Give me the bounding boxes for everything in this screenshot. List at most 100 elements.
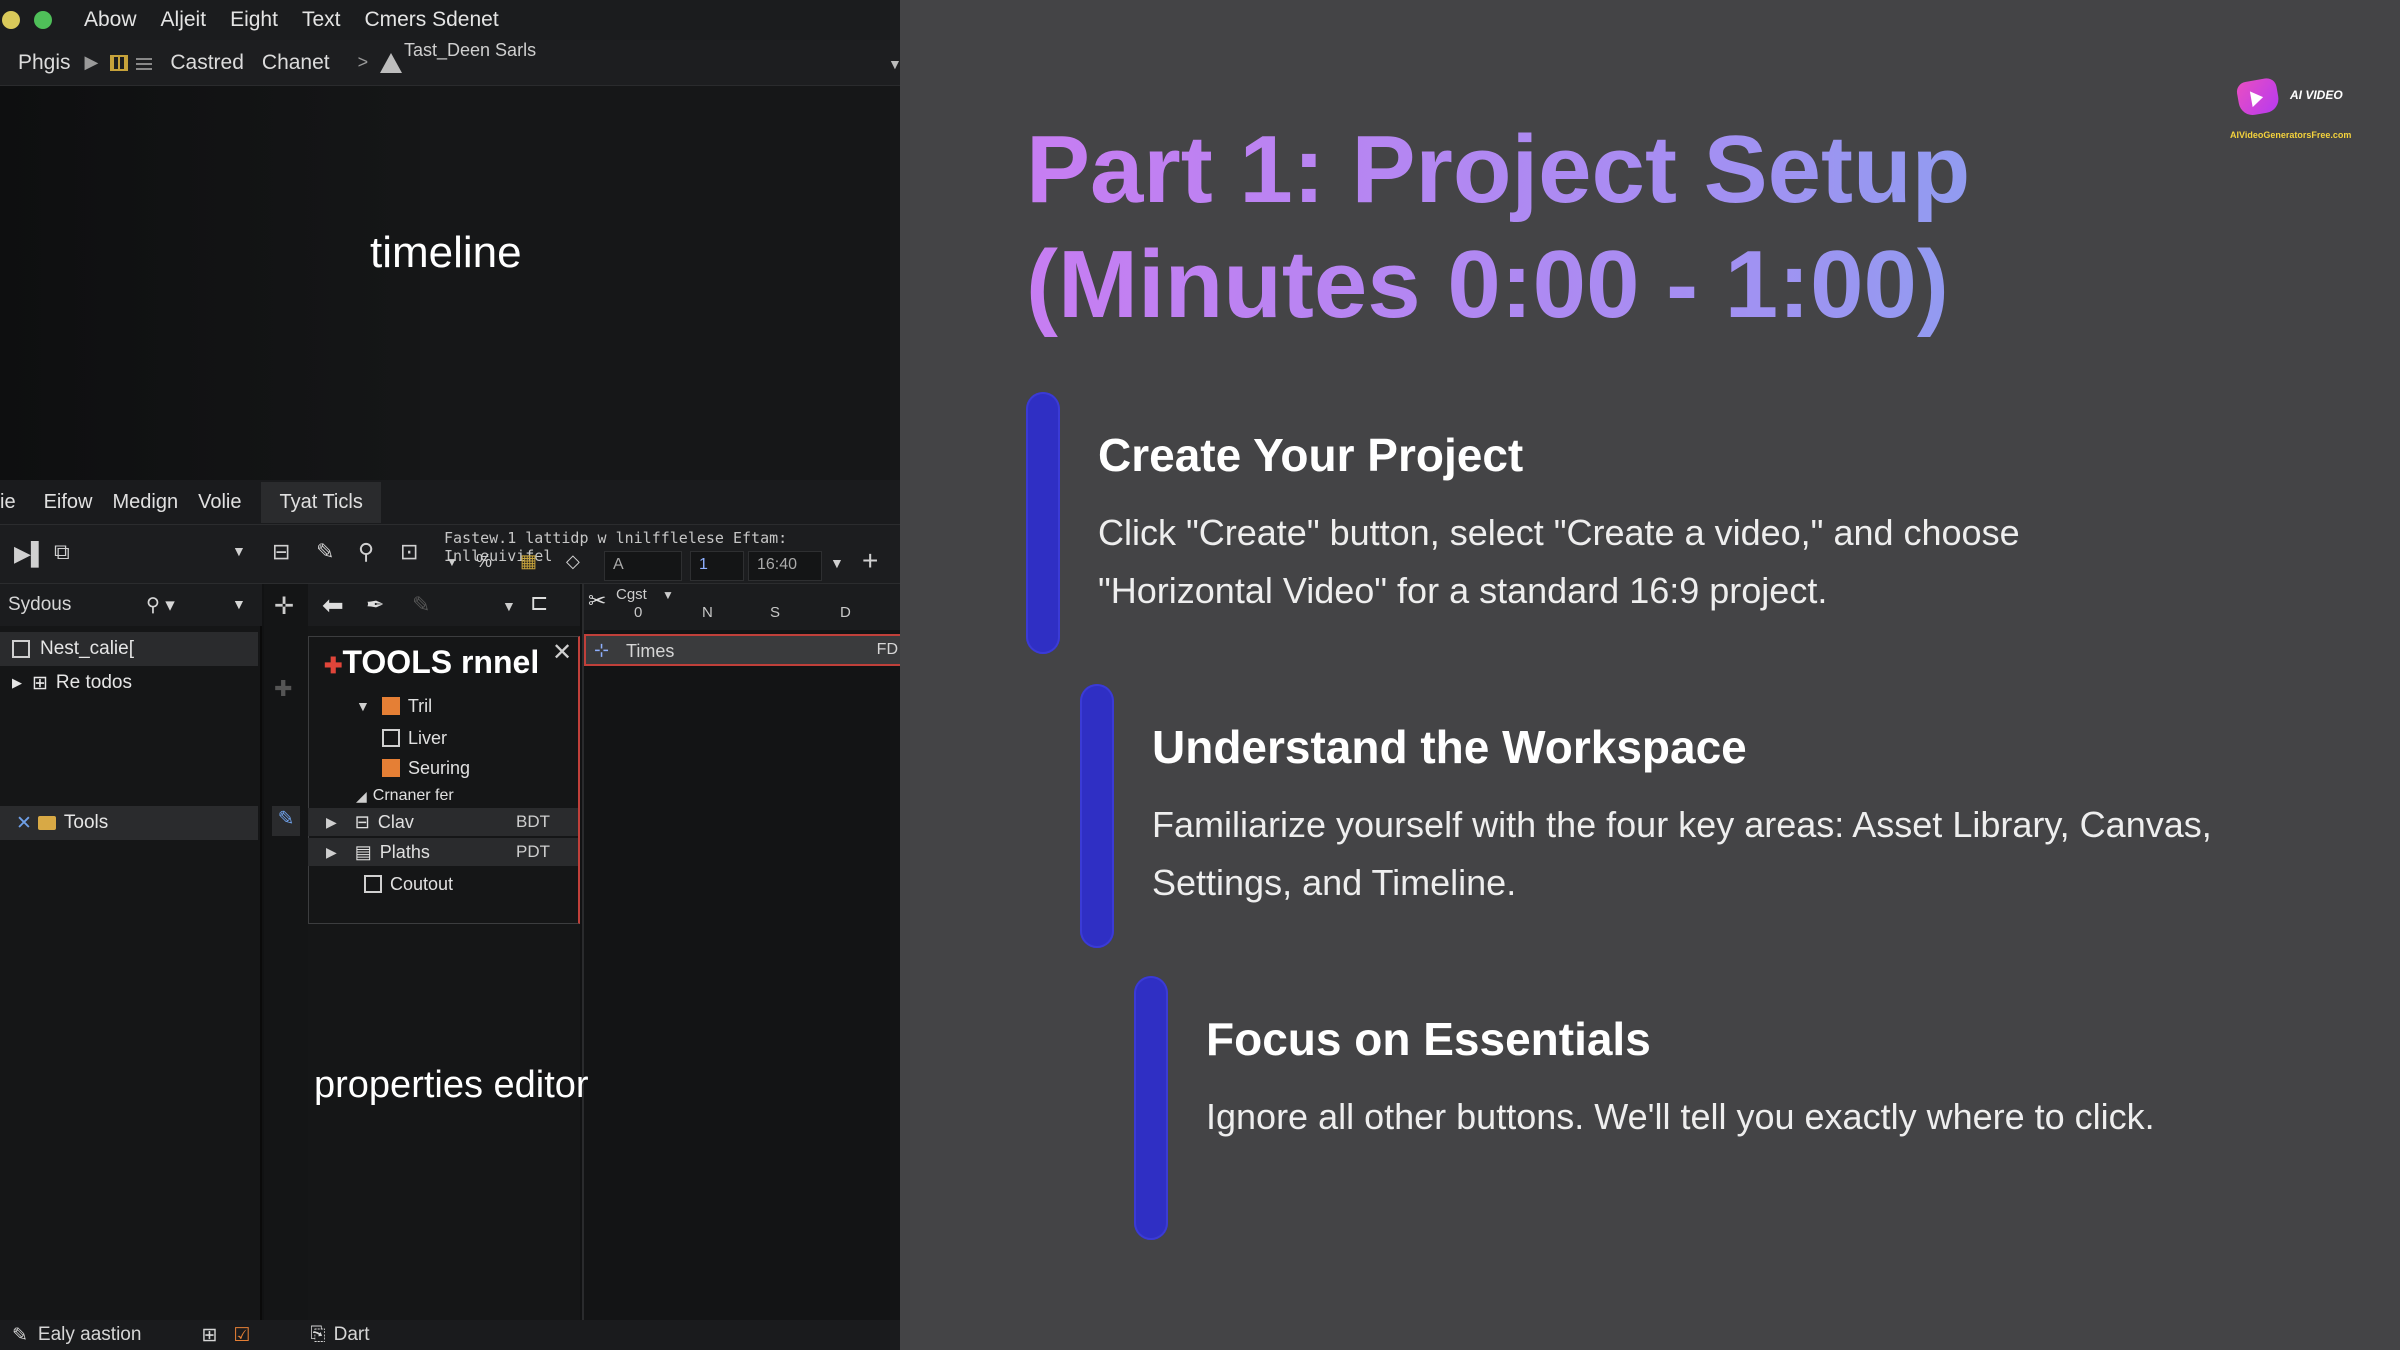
tree-item[interactable]: Coutout <box>364 870 453 898</box>
tab[interactable]: Volie <box>198 491 241 514</box>
filter-icon[interactable]: ⚲ ▾ <box>146 594 175 617</box>
play-heart-icon <box>2235 76 2281 118</box>
breadcrumb-item[interactable]: Phgis <box>18 51 71 75</box>
list-item[interactable]: Nest_calie[ <box>0 632 258 666</box>
clip-icon[interactable]: ⧉ <box>54 539 70 565</box>
list-item[interactable]: ▶ ⊞ Re todos <box>0 666 258 700</box>
window-minimize-button[interactable] <box>2 11 20 29</box>
tree-item-label: Coutout <box>390 873 454 894</box>
snap-icon[interactable]: ⊏ <box>530 590 548 616</box>
chevron-down-icon[interactable]: ▼ <box>232 596 246 612</box>
chevron-down-icon[interactable]: ▼ <box>502 598 516 614</box>
chevron-right-icon[interactable]: ▶ <box>326 814 337 831</box>
step-heading: Focus on Essentials <box>1206 1013 1651 1065</box>
tab[interactable]: Eifow <box>44 491 93 514</box>
font-select[interactable]: A <box>604 551 682 581</box>
play-to-end-icon[interactable]: ▶▌ <box>14 541 47 567</box>
tree-item[interactable]: ▶ ⊟ Clav BDT <box>308 808 578 836</box>
tab[interactable]: ie <box>0 491 16 514</box>
document-icon: ▤ <box>354 841 372 862</box>
pin-icon[interactable]: ✎ <box>272 806 300 836</box>
step-accent-bar <box>1134 976 1168 1240</box>
tree-item[interactable]: Seuring <box>382 754 470 782</box>
move-icon[interactable]: ✛ <box>274 592 294 621</box>
close-icon[interactable]: ✕ <box>552 638 572 667</box>
chevron-down-icon[interactable]: ▼ <box>232 543 246 559</box>
tab[interactable]: Medign <box>112 491 178 514</box>
breadcrumb-item[interactable]: Castred <box>170 51 244 75</box>
status-bar: ✎ Ealy aastion ⊞ ☑ ⎘ Dart <box>0 1320 900 1350</box>
tab-active[interactable]: Tyat Ticls <box>261 481 381 523</box>
tool-bar: ▶▌ ⧉ ▼ ⊟ ✎ ⚲ ⊡ Fastew.1 lattidp w lnilff… <box>0 524 900 584</box>
align-icon[interactable]: ⊟ <box>272 539 290 565</box>
chevron-right-icon[interactable]: ▶ <box>12 675 22 691</box>
list-view-icon[interactable] <box>136 55 153 70</box>
pen-icon[interactable]: ✒ <box>366 592 384 618</box>
item-badge: BDT <box>516 812 550 831</box>
list-item-label: Nest_calie[ <box>40 638 134 659</box>
chevron-down-icon[interactable]: ▼ <box>888 56 900 72</box>
table-icon: ⊞ <box>32 672 48 694</box>
breadcrumb-item[interactable]: Chanet <box>262 51 330 75</box>
wrench-icon[interactable]: ✎ <box>316 539 334 565</box>
brush-icon[interactable]: ✎ <box>412 592 430 618</box>
warning-icon <box>380 52 403 73</box>
checkbox[interactable] <box>12 640 30 658</box>
grid-icon[interactable]: ⊞ <box>201 1324 217 1347</box>
timeline-viewport: timeline <box>0 86 900 480</box>
tree-item[interactable]: ◢ Crnaner fer <box>356 782 454 810</box>
grid-view-icon[interactable] <box>110 54 129 71</box>
tree-item-label: Tril <box>407 695 433 716</box>
ruler-tick: N <box>702 604 713 621</box>
menu-item[interactable]: Aljeit <box>161 8 207 32</box>
plus-icon: ✚ <box>324 653 343 678</box>
properties-label: properties editor <box>314 1064 589 1106</box>
menu-item[interactable]: Text <box>302 8 341 32</box>
checked-box-icon[interactable]: ☑ <box>233 1324 250 1347</box>
close-icon[interactable]: ✕ <box>16 812 32 835</box>
diamond-icon[interactable]: ◇ <box>566 551 580 572</box>
list-item[interactable]: ✕ Tools <box>0 806 258 840</box>
panel-tabs: ie Eifow Medign Volie Tyat Ticls <box>0 480 900 524</box>
logo-brand: AI VIDEO <box>2290 88 2343 102</box>
scissors-icon[interactable]: ✂ <box>588 588 606 614</box>
viewport-shade <box>420 86 900 480</box>
time-field[interactable]: 16:40 <box>748 551 822 581</box>
percent-icon[interactable]: % <box>476 551 492 572</box>
crop-icon[interactable]: ⊡ <box>400 539 418 565</box>
tree-item[interactable]: ▼ Tril <box>356 692 432 720</box>
chevron-right-icon: > <box>357 52 369 72</box>
tree-item[interactable]: ▶ ▤ Plaths PDT <box>308 838 578 866</box>
hourglass-icon <box>382 729 400 747</box>
slide-panel: Part 1: Project Setup (Minutes 0:00 - 1:… <box>900 0 2400 1350</box>
arrow-left-icon[interactable]: ⬅ <box>322 590 344 621</box>
track-icon: ⊹ <box>594 640 610 660</box>
tool-icon: ✎ <box>12 1324 28 1346</box>
chevron-down-icon[interactable]: ▼ <box>446 555 458 569</box>
step-body: Click "Create" button, select "Create a … <box>1098 512 2020 611</box>
add-button[interactable]: + <box>862 545 878 577</box>
slide-title: Part 1: Project Setup (Minutes 0:00 - 1:… <box>1026 112 2126 342</box>
layers-icon[interactable]: ▦ <box>520 551 537 572</box>
chevron-down-icon[interactable]: ▼ <box>662 588 674 602</box>
chevron-right-icon: ▶ <box>84 52 99 72</box>
puzzle-icon[interactable]: ✚ <box>274 676 292 702</box>
chevron-down-icon[interactable]: ◢ <box>356 788 367 805</box>
menu-item[interactable]: Eight <box>230 8 278 32</box>
chevron-right-icon[interactable]: ▶ <box>326 844 337 861</box>
timeline-track[interactable]: ⊹ Times FD <box>584 634 900 666</box>
ruler-tick: D <box>840 604 851 621</box>
link-icon[interactable]: ⚲ <box>358 539 374 565</box>
tree-item[interactable]: Liver <box>382 724 447 752</box>
logo-site: AIVideoGeneratorsFree.com <box>2230 130 2352 140</box>
window-zoom-button[interactable] <box>34 11 52 29</box>
slide-title-line: (Minutes 0:00 - 1:00) <box>1026 231 1949 338</box>
menu-item[interactable]: Cmers Sdenet <box>364 8 498 32</box>
chevron-down-icon[interactable]: ▼ <box>356 698 370 714</box>
track-label: Times <box>626 641 675 661</box>
checkbox[interactable] <box>364 875 382 893</box>
chevron-down-icon[interactable]: ▼ <box>830 555 844 571</box>
menu-item[interactable]: Abow <box>84 8 137 32</box>
frame-select[interactable]: 1 <box>690 551 744 581</box>
status-text: Ealy aastion <box>37 1324 142 1345</box>
